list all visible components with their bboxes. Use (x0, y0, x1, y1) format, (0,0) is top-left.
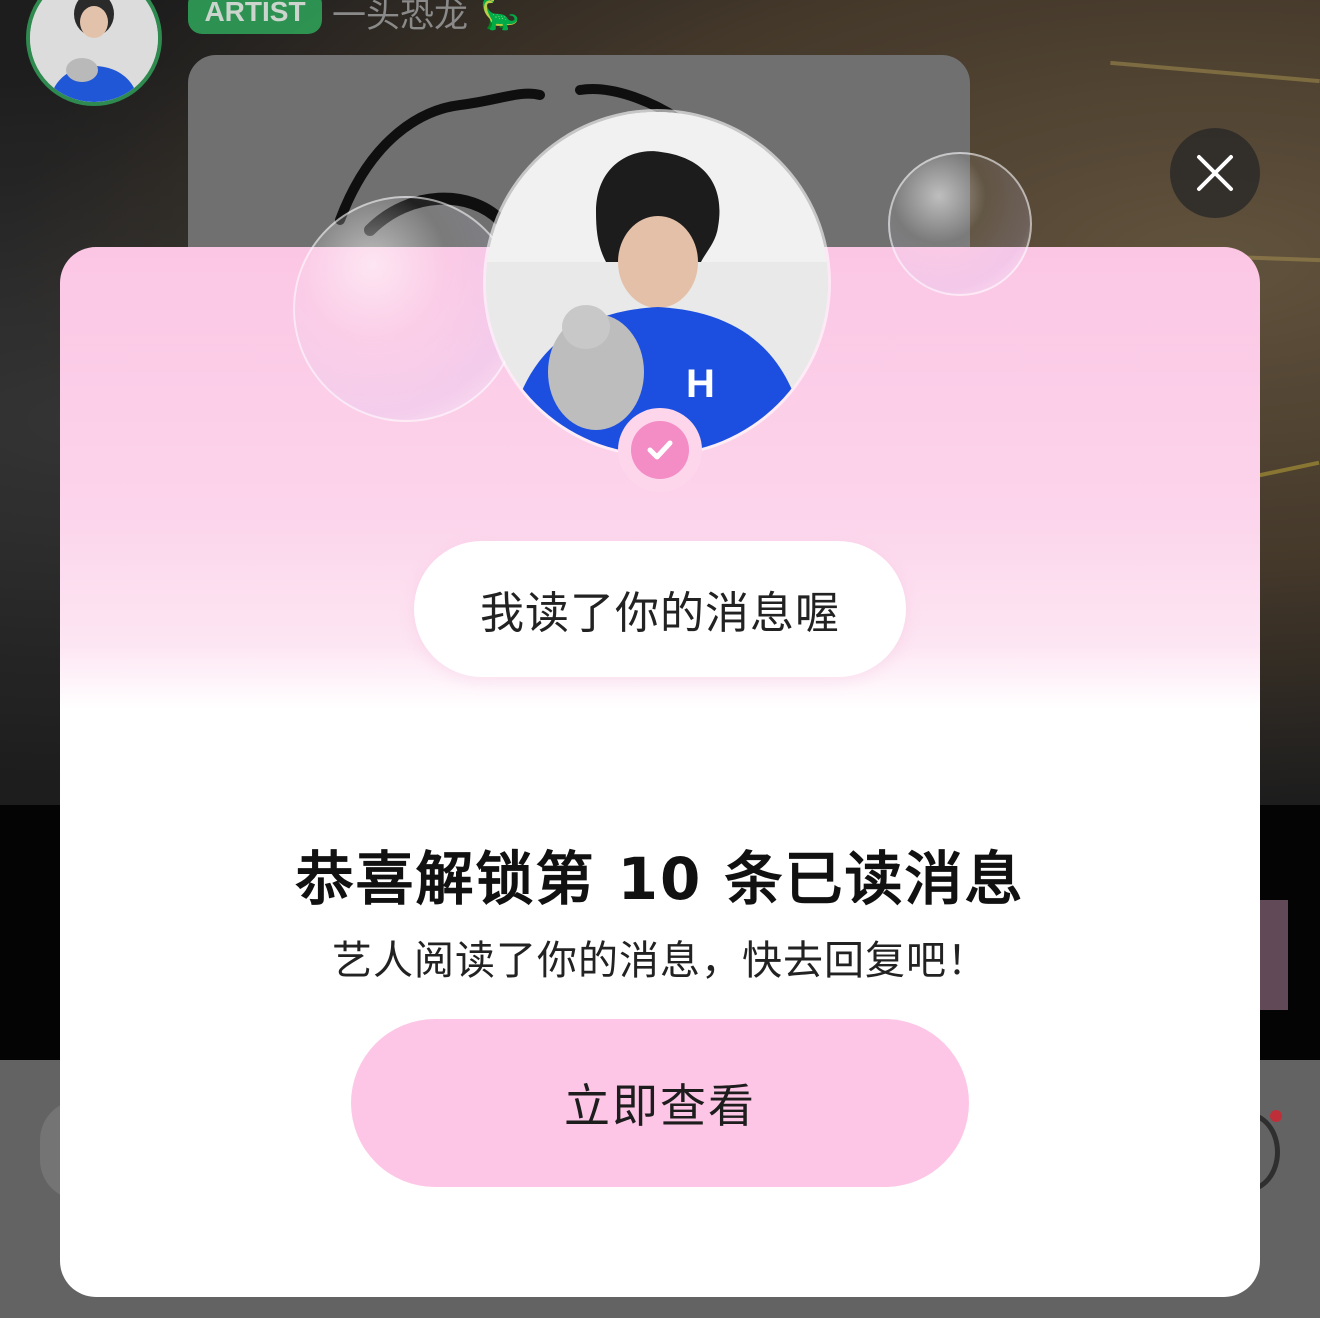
decorative-bubble (293, 196, 519, 422)
close-button[interactable] (1170, 128, 1260, 218)
verified-badge (618, 408, 702, 492)
artist-profile-photo: H (486, 112, 828, 454)
modal-subtitle: 艺人阅读了你的消息，快去回复吧！ (332, 938, 988, 984)
decorative-bubble (888, 152, 1032, 296)
view-now-button[interactable]: 立即查看 (351, 1019, 969, 1187)
artist-badge: ARTIST (188, 0, 322, 34)
svg-text:H: H (686, 362, 715, 406)
modal-title: 恭喜解锁第 10 条已读消息 (295, 845, 1025, 913)
close-icon (1197, 155, 1233, 191)
artist-avatar-image (30, 0, 158, 102)
artist-photo-image: H (486, 112, 828, 454)
artist-name-emoji: 🦕 (480, 0, 520, 32)
artist-name: 一头恐龙 (332, 0, 468, 36)
check-badge-icon (631, 421, 689, 479)
message-read-bubble: 我读了你的消息喔 (414, 541, 906, 677)
